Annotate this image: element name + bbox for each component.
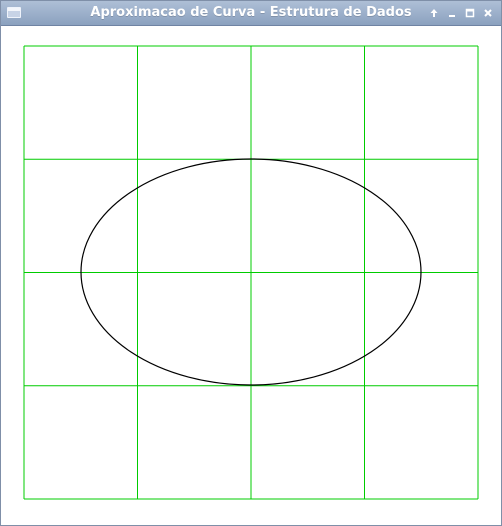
minimize-icon[interactable] bbox=[445, 6, 459, 20]
application-window: Aproximacao de Curva - Estrutura de Dado… bbox=[0, 0, 502, 526]
window-title: Aproximacao de Curva - Estrutura de Dado… bbox=[90, 5, 412, 20]
maximize-icon[interactable] bbox=[463, 6, 477, 20]
title-bar[interactable]: Aproximacao de Curva - Estrutura de Dado… bbox=[1, 1, 501, 26]
window-controls bbox=[427, 6, 495, 20]
drawing-canvas[interactable] bbox=[1, 26, 501, 525]
arrow-up-icon[interactable] bbox=[427, 6, 441, 20]
grid bbox=[23, 45, 479, 500]
close-icon[interactable] bbox=[481, 6, 495, 20]
